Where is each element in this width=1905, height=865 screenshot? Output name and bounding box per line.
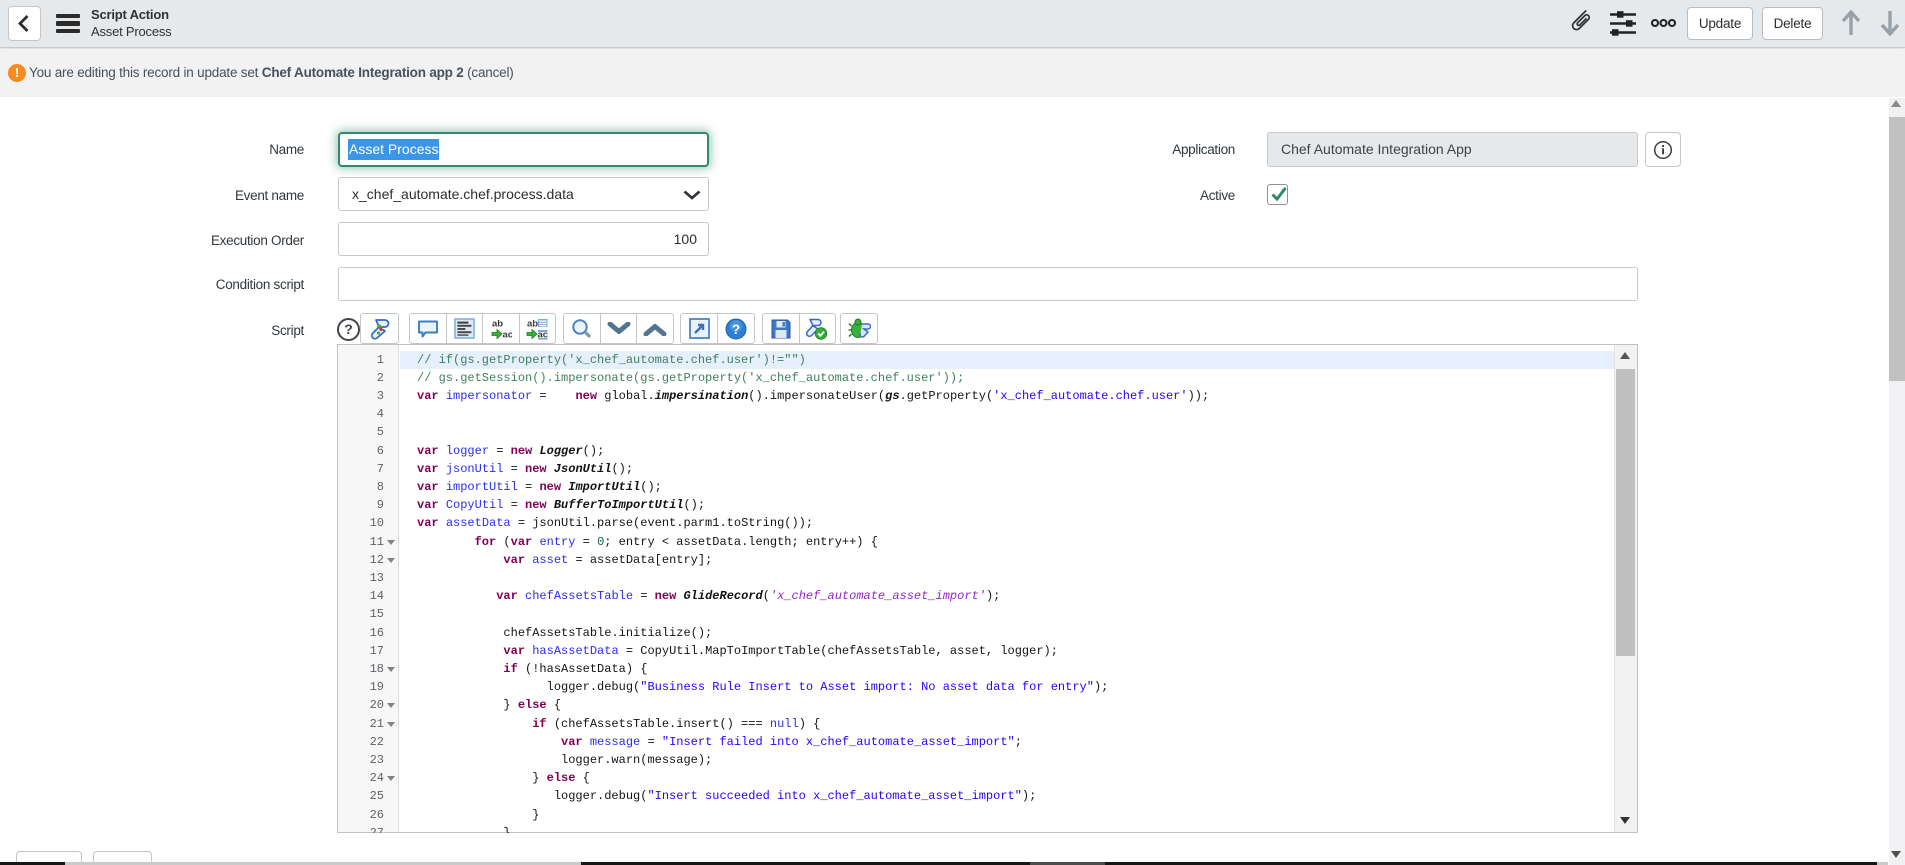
svg-text:ab: ab bbox=[492, 318, 503, 329]
svg-text:ab: ab bbox=[527, 318, 538, 329]
svg-text:ac: ac bbox=[502, 329, 512, 340]
svg-text:?: ? bbox=[732, 322, 740, 337]
